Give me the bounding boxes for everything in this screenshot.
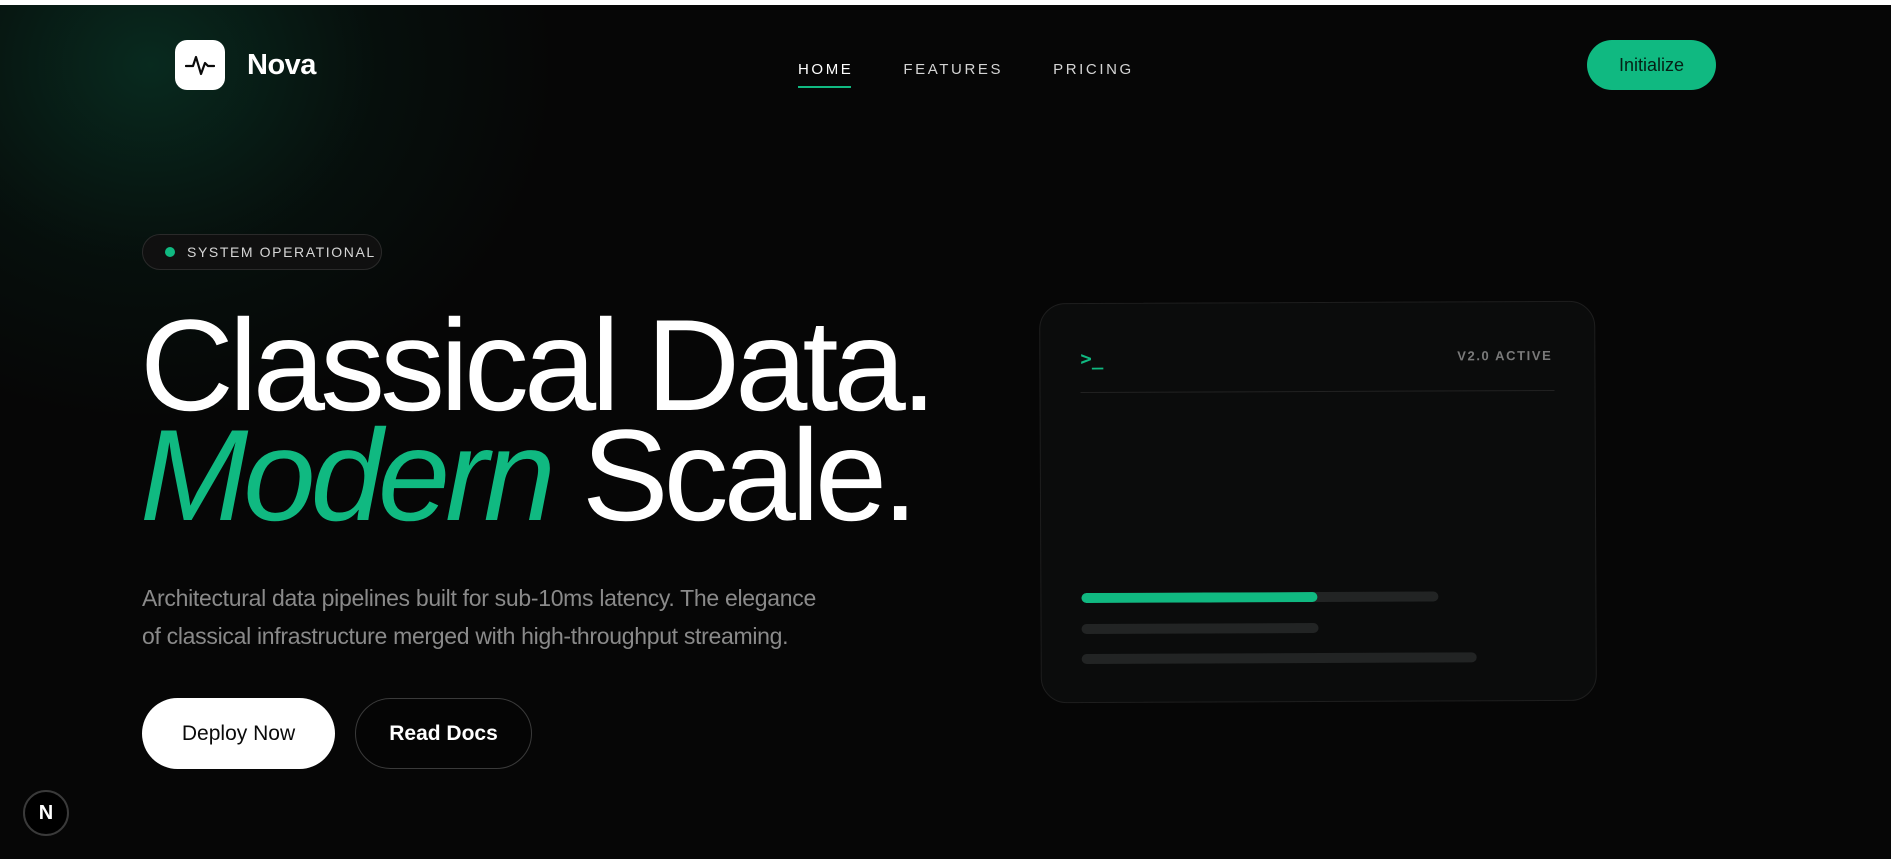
progress-bar-3 <box>1081 652 1477 665</box>
status-dot-icon <box>165 247 175 257</box>
brand-logo[interactable]: Nova <box>175 40 316 90</box>
status-label: SYSTEM OPERATIONAL <box>187 244 376 260</box>
headline-accent: Modern <box>140 402 556 548</box>
nav-pricing[interactable]: PRICING <box>1053 61 1134 78</box>
app-frame: Nova HOME FEATURES PRICING Initialize SY… <box>0 5 1891 859</box>
nav-home[interactable]: HOME <box>798 61 853 88</box>
progress-fill-1 <box>1081 592 1318 604</box>
dev-badge-label: N <box>38 801 54 824</box>
headline-line-2-rest: Scale. <box>581 402 918 548</box>
card-divider <box>1080 389 1555 394</box>
pulse-icon <box>175 40 225 90</box>
terminal-card: >_ V2.0 ACTIVE <box>1039 300 1597 704</box>
progress-bar-2 <box>1081 622 1319 635</box>
brand-name: Nova <box>247 48 316 81</box>
hero-subtitle: Architectural data pipelines built for s… <box>142 585 816 649</box>
hero-headline: Classical Data. Modern Scale. <box>140 300 937 540</box>
deploy-now-button[interactable]: Deploy Now <box>142 698 335 769</box>
dev-tools-badge[interactable]: N <box>23 790 69 836</box>
main-nav: HOME FEATURES PRICING <box>798 61 1184 88</box>
read-docs-button[interactable]: Read Docs <box>355 698 532 769</box>
nav-features[interactable]: FEATURES <box>903 61 1003 78</box>
status-badge: SYSTEM OPERATIONAL <box>142 234 382 270</box>
initialize-button[interactable]: Initialize <box>1587 40 1716 90</box>
version-badge: V2.0 ACTIVE <box>1457 347 1553 364</box>
progress-bar-1 <box>1081 591 1439 604</box>
terminal-prompt-icon: >_ <box>1080 347 1104 371</box>
